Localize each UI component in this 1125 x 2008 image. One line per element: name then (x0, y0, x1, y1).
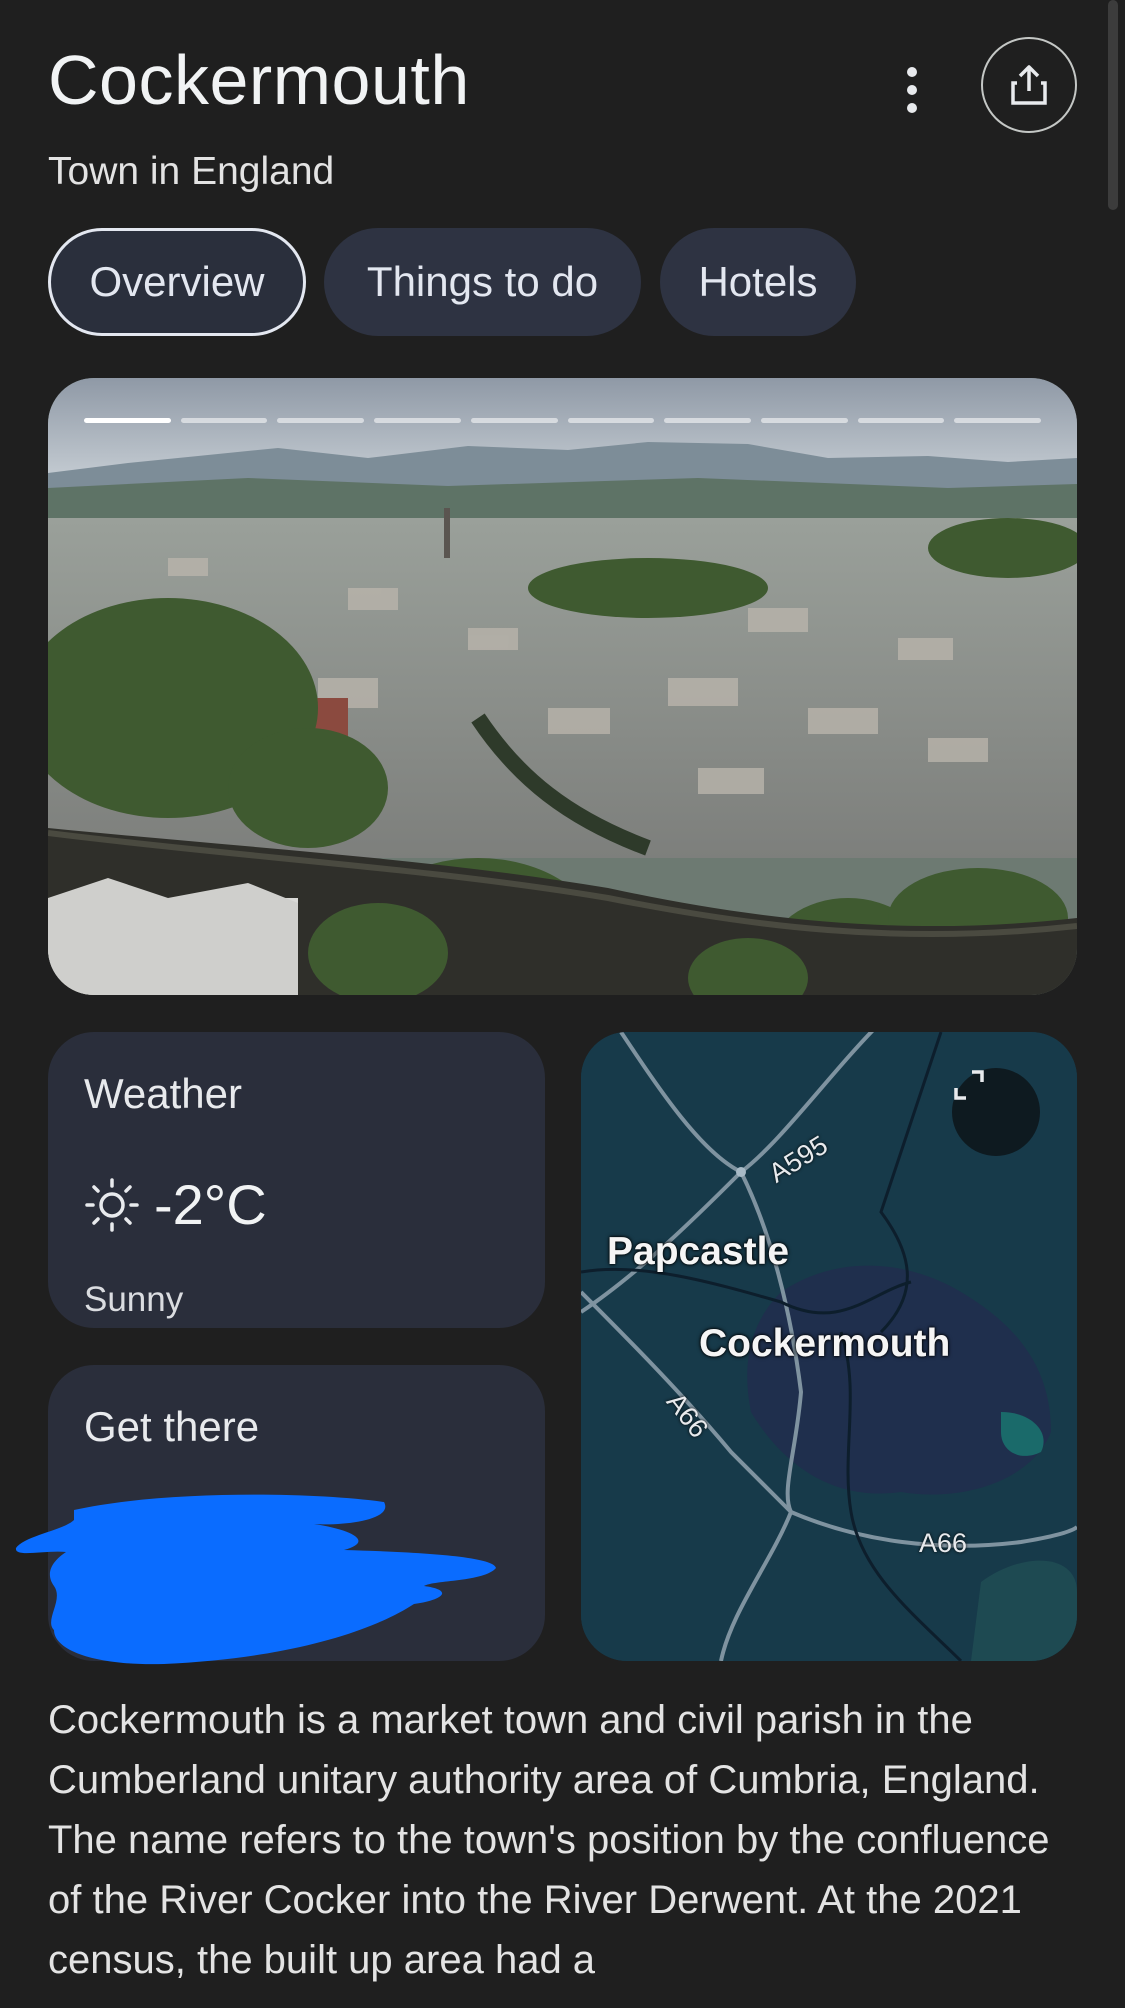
page-title: Cockermouth (48, 41, 470, 119)
expand-map-button[interactable] (952, 1068, 1040, 1156)
sun-icon (85, 1177, 139, 1232)
more-options-button[interactable] (888, 58, 936, 122)
aerial-town-photo (48, 378, 1077, 995)
get-there-title: Get there (84, 1403, 260, 1450)
map-label-papcastle: Papcastle (607, 1230, 790, 1273)
town-photo-carousel[interactable] (48, 378, 1077, 995)
get-there-card[interactable]: Get there (15, 1365, 545, 1665)
tab-hotels[interactable]: Hotels (660, 228, 856, 336)
weather-condition: Sunny (84, 1280, 184, 1319)
carousel-segment (567, 418, 655, 423)
tab-overview[interactable]: Overview (48, 228, 306, 336)
carousel-segment (180, 418, 268, 423)
more-vert-icon-dot (907, 103, 917, 113)
more-vert-icon-dot (907, 85, 917, 95)
share-button[interactable] (981, 37, 1077, 133)
carousel-segment (374, 418, 461, 423)
weather-title: Weather (84, 1070, 242, 1117)
scrollbar[interactable] (1108, 0, 1118, 210)
location-map[interactable]: Papcastle Cockermouth A595 A66 A66 (581, 1032, 1077, 1661)
share-icon (1011, 65, 1047, 105)
temperature: -2°C (154, 1173, 267, 1236)
carousel-segment (470, 418, 558, 423)
expand-icon (954, 1070, 984, 1100)
carousel-segment (84, 418, 171, 423)
page-subtitle: Town in England (48, 150, 335, 193)
more-vert-icon (907, 67, 917, 77)
carousel-segment (857, 418, 945, 423)
map-label-cockermouth: Cockermouth (699, 1322, 951, 1365)
carousel-segment (277, 418, 365, 423)
tab-things-to-do[interactable]: Things to do (324, 228, 641, 336)
carousel-segment (760, 418, 848, 423)
weather-card[interactable]: Weather -2°C Sunny (48, 1032, 545, 1328)
redacted-scribble (15, 1494, 496, 1665)
carousel-progress (84, 418, 1042, 423)
carousel-segment (664, 418, 751, 423)
carousel-segment (954, 418, 1042, 423)
road-label-a66-east: A66 (919, 1528, 968, 1558)
place-description: Cockermouth is a market town and civil p… (48, 1698, 1050, 1982)
